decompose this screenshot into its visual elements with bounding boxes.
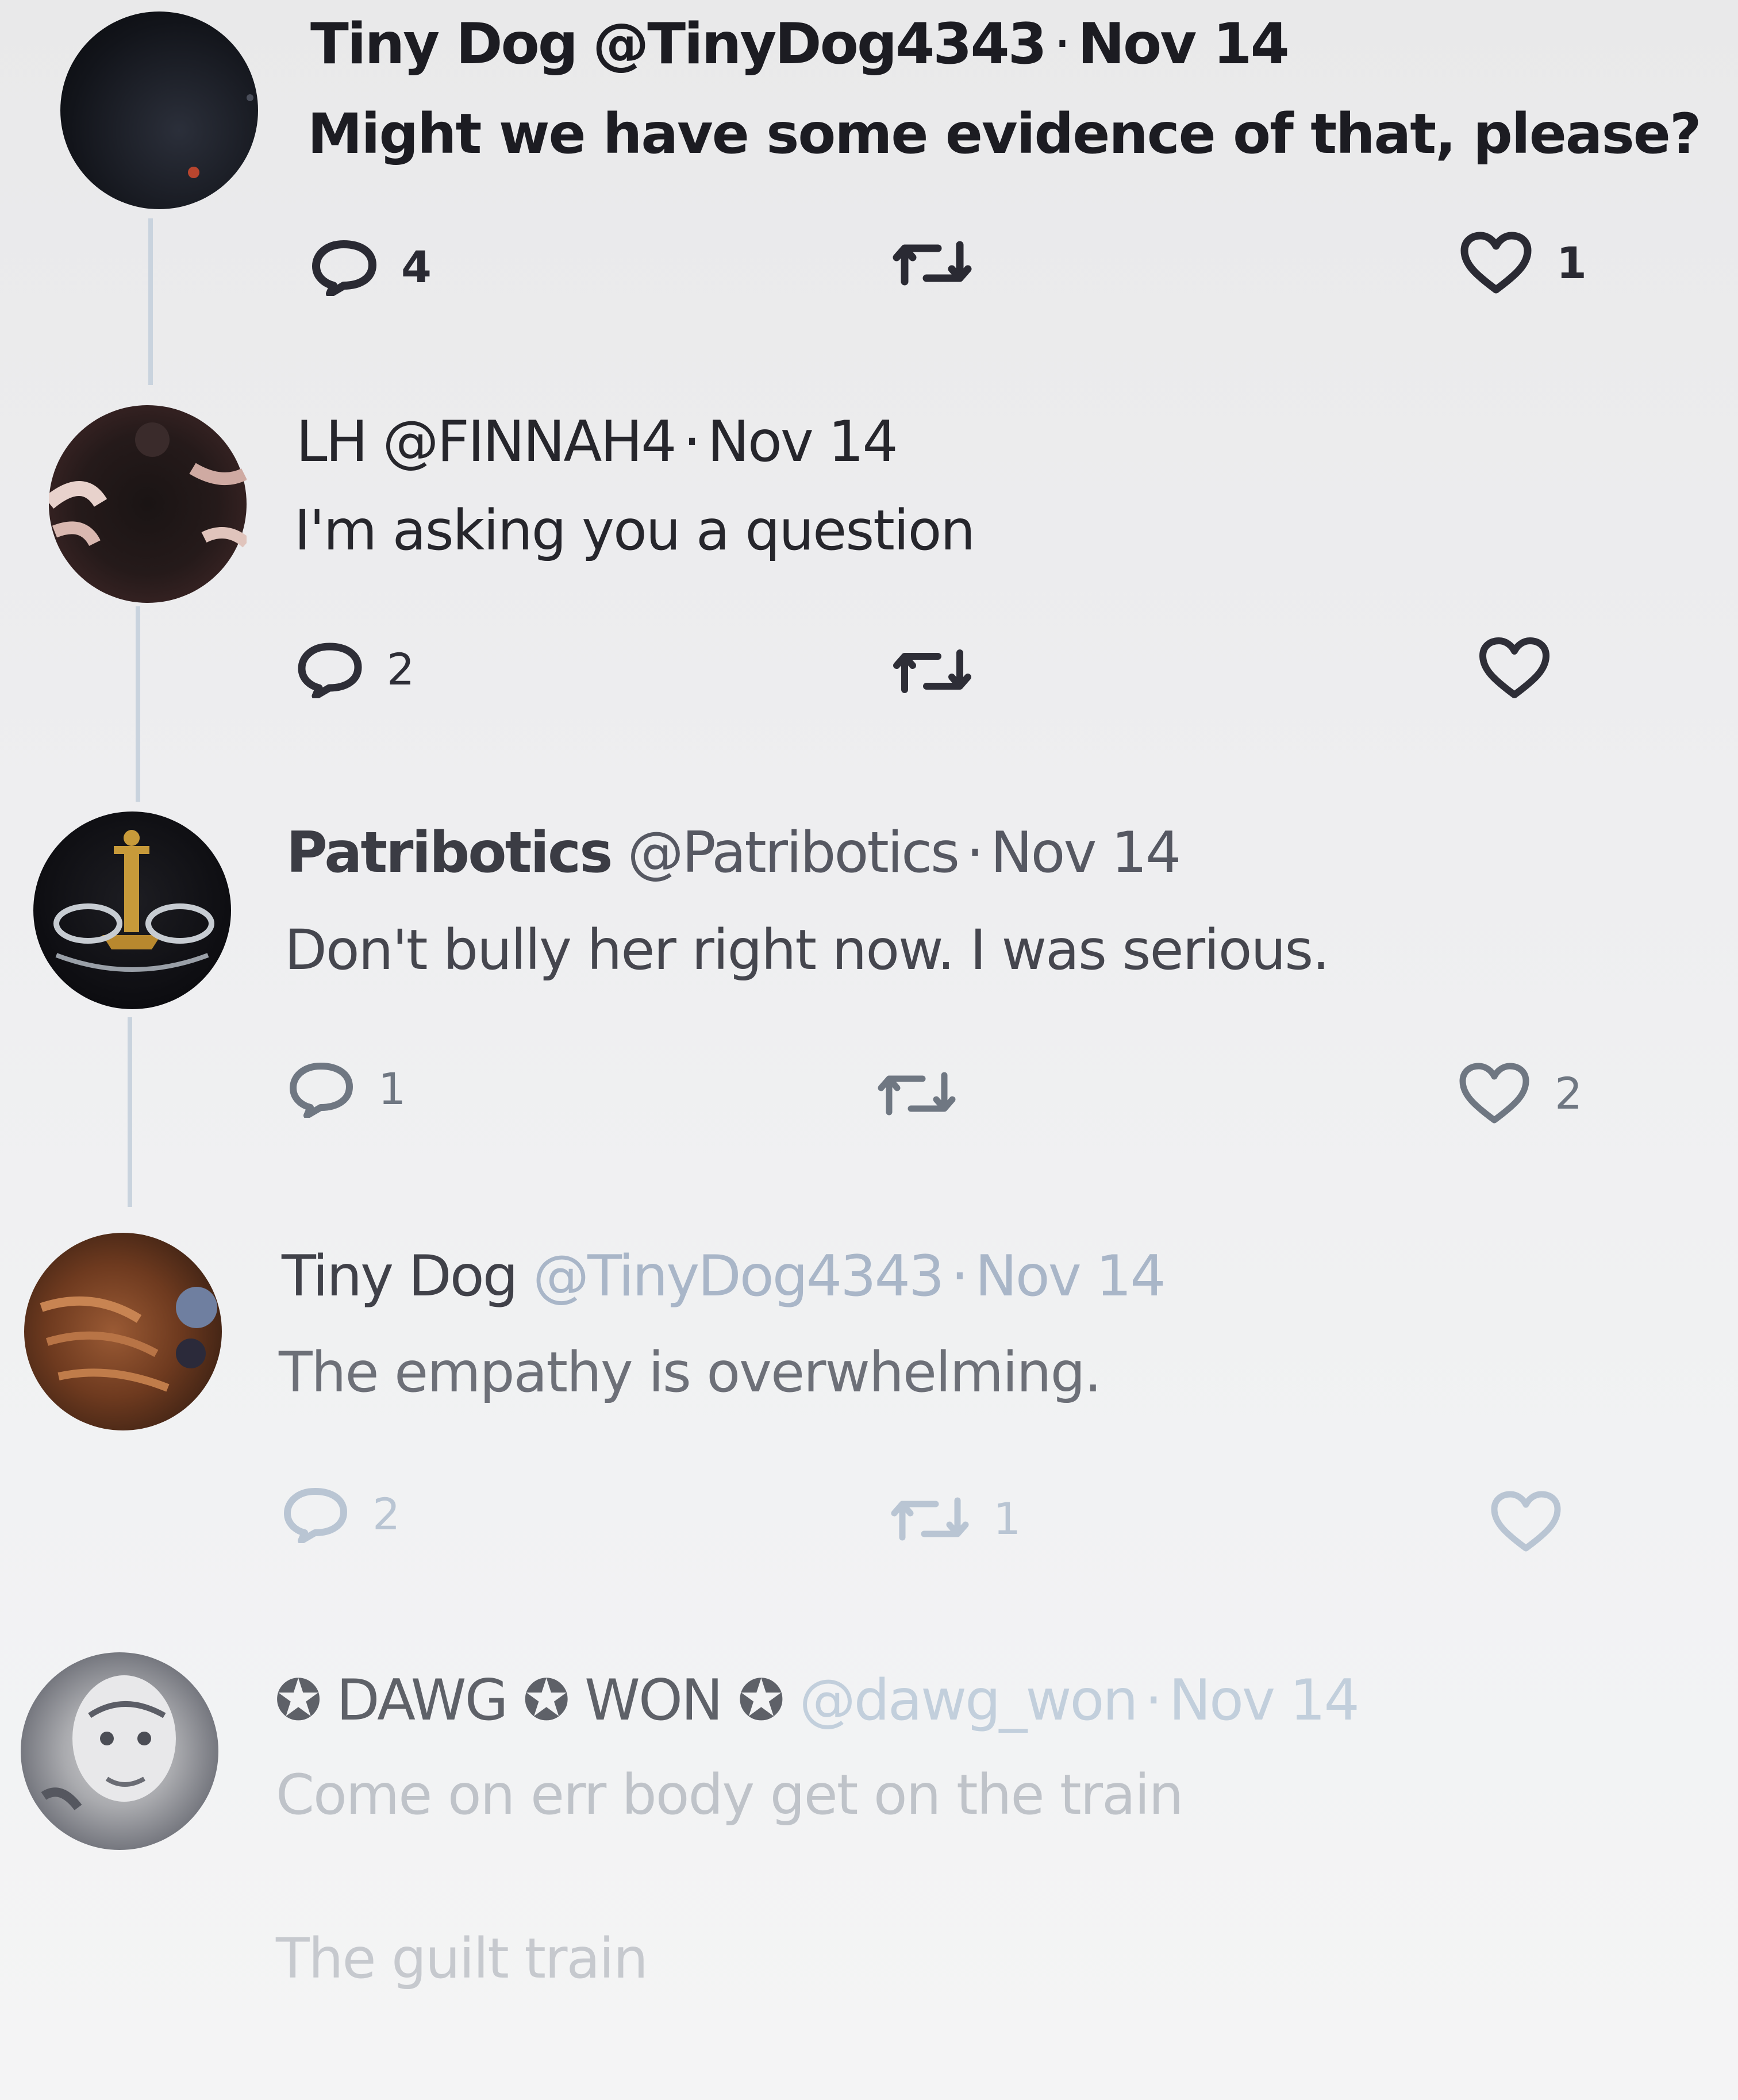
tweet[interactable]: LH @FINNAH4 · Nov 14 I'm asking you a ques… xyxy=(0,391,1738,793)
user-handle[interactable]: @TinyDog4343 xyxy=(593,11,1047,77)
separator-dot: · xyxy=(951,1244,968,1309)
tweet-text: Don't bully her right now. I was serious… xyxy=(284,918,1330,982)
retweet-arrows-icon xyxy=(893,241,972,286)
tweet-header: ✪ DAWG ✪ WON ✪ @dawg_won · Nov 14 xyxy=(275,1672,1360,1729)
tweet-text: I'm asking you a question xyxy=(294,498,975,563)
retweet-button[interactable]: 1 xyxy=(890,1491,1021,1547)
reply-button[interactable]: 2 xyxy=(296,641,414,698)
tweet-header: LH @FINNAH4 · Nov 14 xyxy=(296,414,898,470)
display-name[interactable]: Tiny Dog xyxy=(310,11,578,77)
reply-count: 2 xyxy=(372,1489,401,1540)
tweet-date[interactable]: Nov 14 xyxy=(1078,11,1290,77)
user-handle[interactable]: @TinyDog4343 xyxy=(533,1244,944,1309)
like-button[interactable]: 1 xyxy=(1459,230,1587,297)
tweet-header: Tiny Dog @TinyDog4343 · Nov 14 xyxy=(282,1248,1166,1305)
tweet-date[interactable]: Nov 14 xyxy=(707,409,898,475)
retweet-button[interactable] xyxy=(892,236,995,291)
separator-dot: · xyxy=(1053,11,1071,77)
heart-icon xyxy=(1491,1491,1561,1552)
retweet-arrows-icon xyxy=(893,649,971,693)
retweet-button[interactable] xyxy=(876,1066,980,1121)
tweet-header: Tiny Dog @TinyDog4343 · Nov 14 xyxy=(310,16,1290,72)
reply-button[interactable]: 4 xyxy=(310,239,432,296)
like-button[interactable] xyxy=(1489,1489,1586,1555)
avatar[interactable] xyxy=(24,1233,222,1430)
separator-dot: · xyxy=(1144,1668,1163,1733)
tweet-text: Might we have some evidence of that, ple… xyxy=(307,102,1702,166)
reply-button[interactable]: 2 xyxy=(282,1486,400,1543)
tweet[interactable]: Tiny Dog @TinyDog4343 · Nov 14 Might we ha… xyxy=(0,0,1738,368)
retweet-arrows-icon xyxy=(878,1072,956,1116)
retweet-arrows-icon xyxy=(891,1497,969,1541)
avatar[interactable] xyxy=(21,1652,218,1850)
display-name[interactable]: Patribotics xyxy=(286,820,613,886)
display-name[interactable]: LH xyxy=(296,409,368,475)
tweet-date[interactable]: Nov 14 xyxy=(1169,1668,1360,1733)
avatar-image xyxy=(41,1675,176,1810)
tweet-date[interactable]: Nov 14 xyxy=(990,820,1181,886)
avatar-image xyxy=(40,1287,217,1392)
display-name[interactable]: ✪ DAWG ✪ WON ✪ xyxy=(275,1668,785,1733)
user-handle[interactable]: @Patribotics xyxy=(628,820,960,886)
reply-count: 1 xyxy=(378,1063,406,1114)
avatar-image xyxy=(188,94,253,178)
heart-icon xyxy=(1479,637,1549,698)
tweet-header: Patribotics @Patribotics · Nov 14 xyxy=(286,825,1181,881)
avatar[interactable] xyxy=(33,811,231,1009)
reply-count: 2 xyxy=(387,644,415,695)
separator-dot: · xyxy=(966,820,984,886)
tweet-text: Come on err body get on the train xyxy=(276,1763,1183,1827)
reply-bubble-icon xyxy=(290,1063,353,1118)
like-button[interactable]: 2 xyxy=(1457,1060,1582,1127)
reply-bubble-icon xyxy=(312,240,376,296)
user-handle[interactable]: @FINNAH4 xyxy=(382,409,676,475)
separator-dot: · xyxy=(683,409,701,475)
reply-count: 4 xyxy=(401,241,432,293)
tweet[interactable]: Tiny Dog @TinyDog4343 · Nov 14 The empathy… xyxy=(0,1218,1738,1632)
reply-bubble-icon xyxy=(298,643,362,698)
like-button[interactable] xyxy=(1477,635,1575,702)
tweet[interactable]: Patribotics @Patribotics · Nov 14 Don't bu… xyxy=(0,799,1738,1213)
display-name[interactable]: Tiny Dog xyxy=(282,1244,518,1309)
tweet[interactable]: ✪ DAWG ✪ WON ✪ @dawg_won · Nov 14 Come on … xyxy=(0,1641,1738,2100)
tweet-text-continued: The guilt train xyxy=(276,1926,648,1991)
like-count: 2 xyxy=(1555,1068,1583,1119)
reply-bubble-icon xyxy=(284,1488,347,1543)
avatar[interactable] xyxy=(60,11,258,209)
tweet-date[interactable]: Nov 14 xyxy=(975,1244,1166,1309)
heart-icon xyxy=(1459,1063,1529,1124)
tweet-text: The empathy is overwhelming. xyxy=(279,1340,1102,1405)
avatar-image xyxy=(53,830,214,972)
reply-button[interactable]: 1 xyxy=(287,1060,406,1118)
retweet-button[interactable] xyxy=(892,644,995,699)
avatar[interactable] xyxy=(44,405,251,603)
like-count: 1 xyxy=(1556,237,1587,289)
avatar-image xyxy=(44,422,251,548)
heart-icon xyxy=(1460,232,1532,294)
retweet-count: 1 xyxy=(993,1493,1021,1544)
user-handle[interactable]: @dawg_won xyxy=(799,1668,1139,1733)
